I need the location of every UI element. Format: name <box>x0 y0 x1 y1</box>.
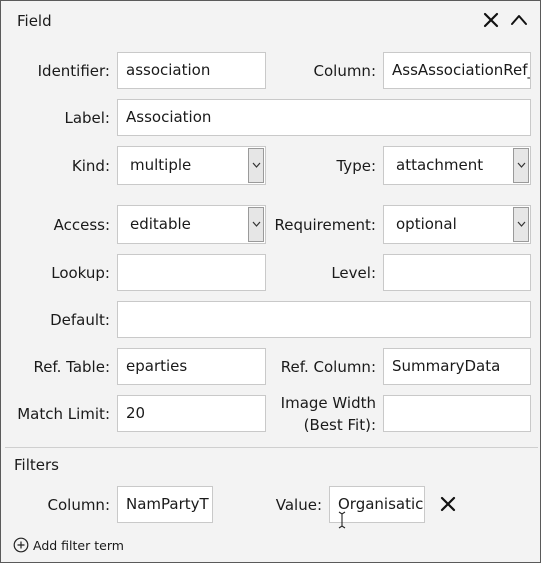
image-width-label-line1: Image Width <box>280 394 376 412</box>
type-select-value: attachment <box>396 156 484 174</box>
chevron-down-icon <box>252 162 261 168</box>
close-icon[interactable] <box>480 9 502 31</box>
lookup-field[interactable] <box>117 254 266 291</box>
ref-column-label: Ref. Column: <box>280 358 376 376</box>
requirement-select[interactable]: optional <box>383 205 531 244</box>
access-select-value: editable <box>130 215 191 233</box>
add-filter-term-label: Add filter term <box>33 537 124 553</box>
requirement-dropdown-button[interactable] <box>513 207 529 242</box>
chevron-down-icon <box>517 221 526 227</box>
kind-select-value: multiple <box>130 156 192 174</box>
text-cursor-icon <box>337 511 347 533</box>
identifier-field[interactable]: association <box>117 52 266 89</box>
chevron-down-icon <box>252 221 261 227</box>
label-field[interactable]: Association <box>117 99 531 136</box>
ref-table-field[interactable]: eparties <box>117 348 266 385</box>
filter-column-field[interactable]: NamPartyT <box>117 486 213 523</box>
match-limit-field[interactable]: 20 <box>117 395 266 432</box>
access-label: Access: <box>53 216 110 234</box>
remove-filter-icon[interactable] <box>437 493 459 515</box>
level-label: Level: <box>331 264 376 282</box>
access-select[interactable]: editable <box>117 205 266 244</box>
field-panel: Field Identifier: association Column: As… <box>0 0 541 563</box>
collapse-chevron-icon[interactable] <box>508 9 530 31</box>
ref-column-field[interactable]: SummaryData <box>383 348 531 385</box>
column-label: Column: <box>313 62 377 80</box>
add-circle-icon <box>13 537 29 553</box>
kind-select[interactable]: multiple <box>117 146 266 185</box>
filter-value-label: Value: <box>275 496 322 514</box>
type-select[interactable]: attachment <box>383 146 531 185</box>
requirement-label: Requirement: <box>274 216 376 234</box>
ref-table-label: Ref. Table: <box>33 358 110 376</box>
filter-column-label: Column: <box>47 496 111 514</box>
column-field[interactable]: AssAssociationRef_ <box>383 52 531 89</box>
identifier-label: Identifier: <box>37 62 110 80</box>
access-dropdown-button[interactable] <box>248 207 264 242</box>
chevron-down-icon <box>517 162 526 168</box>
label-label: Label: <box>64 109 110 127</box>
kind-label: Kind: <box>71 157 110 175</box>
default-field[interactable] <box>117 301 531 338</box>
type-dropdown-button[interactable] <box>513 148 529 183</box>
default-label: Default: <box>50 311 110 329</box>
image-width-label-line2: (Best Fit): <box>303 416 376 434</box>
requirement-select-value: optional <box>396 215 457 233</box>
image-width-field[interactable] <box>383 395 531 432</box>
panel-title: Field <box>17 12 52 30</box>
match-limit-label: Match Limit: <box>17 405 110 423</box>
add-filter-term-button[interactable]: Add filter term <box>13 536 124 554</box>
lookup-label: Lookup: <box>51 264 110 282</box>
kind-dropdown-button[interactable] <box>248 148 264 183</box>
type-label: Type: <box>336 157 376 175</box>
filters-title: Filters <box>14 456 59 474</box>
section-divider <box>5 447 538 448</box>
level-field[interactable] <box>383 254 531 291</box>
